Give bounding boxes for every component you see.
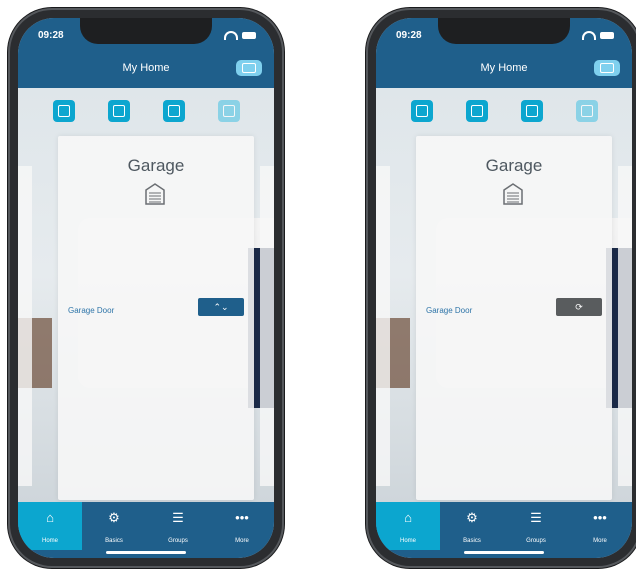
more-icon: ••• — [593, 510, 607, 525]
house-icon — [112, 105, 125, 117]
card-title: Garage — [127, 156, 185, 175]
phone-screen: 09:28 My Home Garage Garage Door — [18, 18, 274, 558]
room-category-bar — [18, 100, 274, 126]
tab-more[interactable]: ••• More — [568, 502, 632, 550]
room-card: Garage Garage Door ⌃⌄ — [58, 136, 254, 500]
notch — [438, 18, 570, 44]
tab-label: More — [593, 538, 607, 544]
status-icons — [224, 31, 256, 40]
tab-label: Home — [399, 538, 416, 544]
garage-icon — [503, 183, 523, 205]
thermometer-icon — [415, 105, 428, 117]
tab-more[interactable]: ••• More — [210, 502, 274, 550]
cloud-icon — [525, 105, 538, 117]
card-title: Garage — [485, 156, 543, 175]
battery-icon — [600, 32, 614, 39]
battery-icon — [242, 32, 256, 39]
window-button[interactable] — [575, 100, 598, 122]
refresh-icon: ⟳ — [575, 301, 583, 312]
view-icon — [600, 63, 614, 73]
home-indicator — [464, 551, 544, 554]
tab-basics[interactable]: ⚙ Basics — [82, 502, 146, 550]
next-card[interactable] — [260, 166, 274, 486]
tab-label: Basics — [105, 538, 123, 544]
climate-button[interactable] — [410, 100, 433, 122]
tab-label: Home — [41, 538, 58, 544]
more-icon: ••• — [235, 510, 249, 525]
window-icon — [580, 105, 593, 117]
cloud-button[interactable] — [162, 100, 185, 122]
gear-icon: ⚙ — [108, 510, 120, 525]
garage-door-control[interactable]: ⟳ — [556, 298, 602, 316]
garage-door-control[interactable]: ⌃⌄ — [198, 298, 244, 316]
tab-home[interactable]: ⌂ Home — [376, 502, 440, 550]
home-security-button[interactable] — [107, 100, 130, 122]
tab-bar: ⌂ Home ⚙ Basics ☰ Groups ••• More — [376, 502, 632, 558]
prev-card[interactable] — [376, 166, 390, 486]
tab-label: More — [235, 538, 249, 544]
cloud-icon — [167, 105, 180, 117]
window-icon — [222, 105, 235, 117]
view-toggle-button[interactable] — [594, 60, 620, 76]
tab-label: Groups — [526, 538, 546, 544]
status-icons — [582, 31, 614, 40]
status-time: 09:28 — [38, 30, 64, 41]
climate-button[interactable] — [52, 100, 75, 122]
up-down-icon: ⌃⌄ — [213, 301, 229, 312]
phone-right: 09:28 My Home Garage Garage Door ⟳ ⌂ Hom… — [366, 8, 636, 568]
home-icon: ⌂ — [46, 510, 54, 525]
notch — [80, 18, 212, 44]
device-label: Garage Door — [426, 306, 473, 315]
tab-home[interactable]: ⌂ Home — [18, 502, 82, 550]
tab-groups[interactable]: ☰ Groups — [146, 502, 210, 550]
view-icon — [242, 63, 256, 73]
home-indicator — [106, 551, 186, 554]
phone-screen: 09:28 My Home Garage Garage Door — [376, 18, 632, 558]
device-label: Garage Door — [68, 306, 115, 315]
groups-icon: ☰ — [530, 510, 542, 525]
status-time: 09:28 — [396, 30, 422, 41]
thermometer-icon — [57, 105, 70, 117]
tab-label: Groups — [168, 538, 188, 544]
view-toggle-button[interactable] — [236, 60, 262, 76]
groups-icon: ☰ — [172, 510, 184, 525]
room-card: Garage Garage Door ⟳ — [416, 136, 612, 500]
window-button[interactable] — [217, 100, 240, 122]
home-icon: ⌂ — [404, 510, 412, 525]
tab-groups[interactable]: ☰ Groups — [504, 502, 568, 550]
room-category-bar — [376, 100, 632, 126]
cloud-button[interactable] — [520, 100, 543, 122]
house-icon — [470, 105, 483, 117]
home-security-button[interactable] — [465, 100, 488, 122]
gear-icon: ⚙ — [466, 510, 478, 525]
wifi-icon — [582, 31, 596, 40]
tab-label: Basics — [463, 538, 481, 544]
tab-basics[interactable]: ⚙ Basics — [440, 502, 504, 550]
phone-left: 09:28 My Home Garage Garage Door ⌃⌄ ⌂ Ho… — [8, 8, 284, 568]
tab-bar: ⌂ Home ⚙ Basics ☰ Groups ••• More — [18, 502, 274, 558]
prev-card[interactable] — [18, 166, 32, 486]
wifi-icon — [224, 31, 238, 40]
garage-icon — [145, 183, 165, 205]
next-card[interactable] — [618, 166, 632, 486]
